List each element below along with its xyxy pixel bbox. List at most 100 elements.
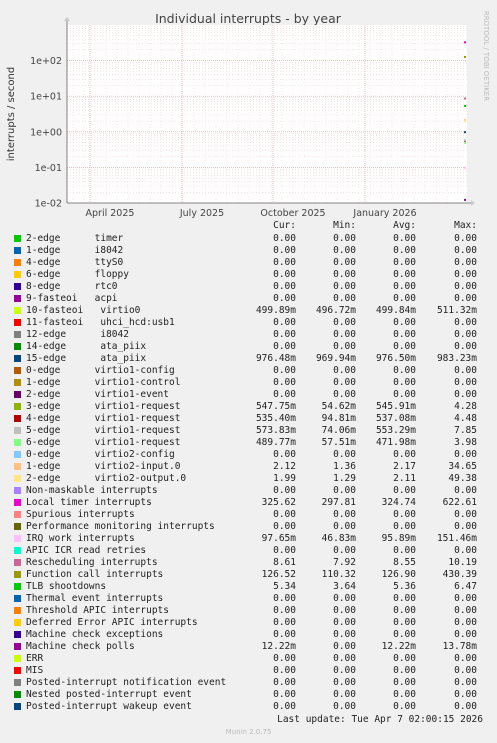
legend-avg: 0.00 xyxy=(393,485,416,496)
y-axis-label: interrupts / second xyxy=(6,67,17,161)
legend-row: 1-edge virtio2-input.0 2.12 1.36 2.17 34.65 xyxy=(0,461,497,473)
legend-max: 0.00 xyxy=(454,665,477,676)
legend-cur: 0.00 xyxy=(273,509,296,520)
legend-max: 511.32m xyxy=(436,305,477,316)
legend-row: 6-edge floppy 0.00 0.00 0.00 0.00 xyxy=(0,269,497,281)
legend-label: 2-edge timer xyxy=(26,233,124,244)
legend-max: 0.00 xyxy=(454,677,477,688)
legend-swatch xyxy=(14,607,21,614)
footer-version: Munin 2.0.75 xyxy=(225,728,272,736)
legend-max: 0.00 xyxy=(454,689,477,700)
legend-max: 0.00 xyxy=(454,293,477,304)
legend-swatch xyxy=(14,427,21,434)
legend-max: 151.46m xyxy=(436,533,477,544)
legend-min: 110.32 xyxy=(321,569,356,580)
x-tick-label: July 2025 xyxy=(179,208,224,219)
header-avg: Avg: xyxy=(393,220,416,231)
legend-label: 14-edge ata_piix xyxy=(26,341,147,352)
legend-cur: 0.00 xyxy=(273,377,296,388)
legend-label: 1-edge i8042 xyxy=(26,245,124,256)
legend-swatch xyxy=(14,367,21,374)
legend-row: MIS 0.00 0.00 0.00 0.00 xyxy=(0,665,497,677)
legend-max: 34.65 xyxy=(448,461,477,472)
legend-label: 8-edge rtc0 xyxy=(26,281,118,292)
legend-cur: 1.99 xyxy=(273,473,296,484)
legend-max: 3.98 xyxy=(454,437,477,448)
legend-row: TLB shootdowns 5.34 3.64 5.36 6.47 xyxy=(0,581,497,593)
legend-label: 1-edge virtio1-control xyxy=(26,377,181,388)
legend-label: ERR xyxy=(26,653,44,664)
legend-max: 0.00 xyxy=(454,233,477,244)
legend-avg: 0.00 xyxy=(393,545,416,556)
legend-cur: 2.12 xyxy=(273,461,296,472)
legend-min: 0.00 xyxy=(333,449,356,460)
legend-avg: 0.00 xyxy=(393,653,416,664)
legend-cur: 12.22m xyxy=(261,641,296,652)
legend-label: 3-edge virtio1-request xyxy=(26,401,181,412)
legend-avg: 976.50m xyxy=(375,353,416,364)
legend-cur: 0.00 xyxy=(273,341,296,352)
legend-min: 0.00 xyxy=(333,341,356,352)
legend-min: 0.00 xyxy=(333,521,356,532)
legend-label: 11-fasteoi uhci_hcd:usb1 xyxy=(26,317,175,328)
legend-cur: 0.00 xyxy=(273,293,296,304)
legend-avg: 0.00 xyxy=(393,521,416,532)
legend-avg: 0.00 xyxy=(393,677,416,688)
legend-label: 1-edge virtio2-input.0 xyxy=(26,461,181,472)
legend-min: 0.00 xyxy=(333,317,356,328)
legend-row: IRQ work interrupts 97.65m 46.83m 95.89m 151… xyxy=(0,533,497,545)
legend-avg: 0.00 xyxy=(393,377,416,388)
legend-min: 0.00 xyxy=(333,233,356,244)
legend-cur: 0.00 xyxy=(273,545,296,556)
legend-row: Posted-interrupt wakeup event 0.00 0.00 0.0… xyxy=(0,701,497,713)
legend-cur: 8.61 xyxy=(273,557,296,568)
legend-row: Thermal event interrupts 0.00 0.00 0.00 0.00 xyxy=(0,593,497,605)
legend-avg: 0.00 xyxy=(393,629,416,640)
y-tick-label: 1e-01 xyxy=(35,163,62,174)
legend-row: Machine check exceptions 0.00 0.00 0.00 0.00 xyxy=(0,629,497,641)
legend-min: 0.00 xyxy=(333,677,356,688)
legend-cur: 0.00 xyxy=(273,653,296,664)
legend-max: 0.00 xyxy=(454,545,477,556)
legend-swatch xyxy=(14,415,21,422)
legend-avg: 0.00 xyxy=(393,593,416,604)
legend-row: 1-edge virtio1-control 0.00 0.00 0.00 0.00 xyxy=(0,377,497,389)
legend-row: ERR 0.00 0.00 0.00 0.00 xyxy=(0,653,497,665)
legend-avg: 0.00 xyxy=(393,257,416,268)
legend-row: APIC ICR read retries 0.00 0.00 0.00 0.00 xyxy=(0,545,497,557)
legend-swatch xyxy=(14,463,21,470)
legend-swatch xyxy=(14,535,21,542)
legend-min: 0.00 xyxy=(333,545,356,556)
legend-min: 0.00 xyxy=(333,593,356,604)
legend-label: 0-edge virtio1-config xyxy=(26,365,175,376)
legend-swatch xyxy=(14,595,21,602)
legend-label: Machine check exceptions xyxy=(26,629,164,640)
legend-avg: 0.00 xyxy=(393,233,416,244)
legend-avg: 545.91m xyxy=(375,401,416,412)
legend-max: 0.00 xyxy=(454,317,477,328)
legend-avg: 0.00 xyxy=(393,293,416,304)
chart-area: Individual interrupts - by year interrup… xyxy=(6,11,490,219)
y-tick-label: 1e+01 xyxy=(30,92,62,103)
legend-min: 54.62m xyxy=(321,401,356,412)
legend-avg: 2.17 xyxy=(393,461,416,472)
legend-swatch xyxy=(14,391,21,398)
legend-swatch xyxy=(14,331,21,338)
header-cur: Cur: xyxy=(273,220,296,231)
legend-row: Function call interrupts 126.52 110.32 126.… xyxy=(0,569,497,581)
legend-min: 3.64 xyxy=(333,581,356,592)
legend-min: 0.00 xyxy=(333,641,356,652)
legend-header: Cur: Min: Avg: Max: xyxy=(0,220,497,232)
x-tick-label: October 2025 xyxy=(260,208,325,219)
legend-swatch xyxy=(14,379,21,386)
legend-swatch xyxy=(14,691,21,698)
legend-min: 46.83m xyxy=(321,533,356,544)
legend-label: 6-edge virtio1-request xyxy=(26,437,181,448)
legend-label: Machine check polls xyxy=(26,641,135,652)
legend-avg: 553.29m xyxy=(375,425,416,436)
legend-max: 622.61 xyxy=(442,497,477,508)
legend-cur: 0.00 xyxy=(273,593,296,604)
legend-swatch xyxy=(14,523,21,530)
y-tick-label: 1e-02 xyxy=(35,199,62,210)
legend-swatch xyxy=(14,679,21,686)
